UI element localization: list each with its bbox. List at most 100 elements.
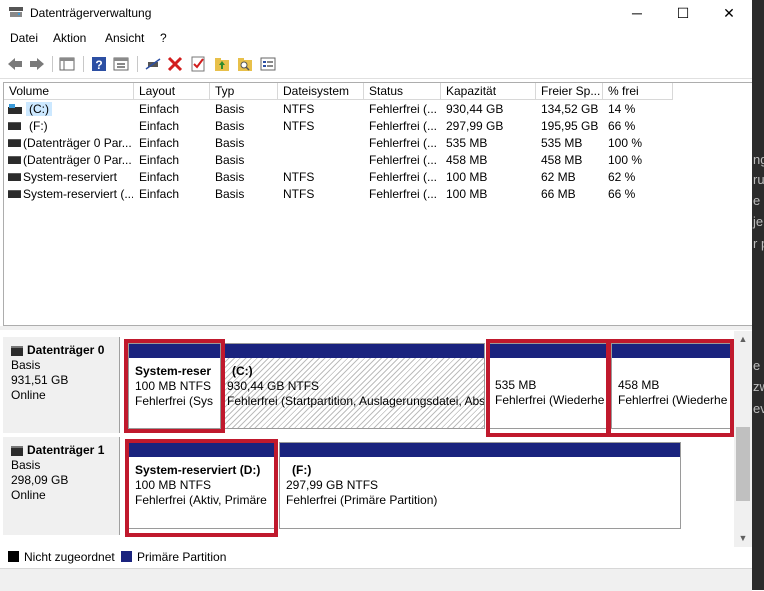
cell-kapazitaet: 930,44 GB	[446, 102, 504, 116]
cell-freier-speicher: 458 MB	[541, 153, 583, 167]
cell-status: Fehlerfrei (...	[369, 153, 438, 167]
cell-layout: Einfach	[139, 102, 180, 116]
disk-0-size: 931,51 GB	[11, 373, 69, 387]
list-view-icon[interactable]	[259, 55, 277, 73]
column-header-volume[interactable]: Volume	[4, 83, 134, 100]
toolbar-separator	[83, 56, 84, 72]
checklist-icon[interactable]	[189, 55, 207, 73]
delete-icon[interactable]	[166, 55, 184, 73]
folder-search-icon[interactable]	[236, 55, 254, 73]
drive-icon	[8, 173, 21, 181]
back-arrow-icon[interactable]	[6, 55, 24, 73]
unallocated-swatch	[8, 551, 19, 562]
disk-0-info[interactable]: Datenträger 0 Basis 931,51 GB Online	[3, 337, 120, 433]
legend: Nicht zugeordnet Primäre Partition	[0, 549, 752, 567]
connect-icon[interactable]	[144, 55, 162, 73]
cell-freier-speicher: 134,52 GB	[541, 102, 599, 116]
scroll-up-icon[interactable]: ▲	[734, 331, 752, 348]
disk-management-app-icon	[9, 7, 23, 17]
cell-kapazitaet: 100 MB	[446, 187, 488, 201]
cell-dateisystem: NTFS	[283, 102, 315, 116]
column-header-prozent-frei[interactable]: % frei	[603, 83, 673, 100]
cell-dateisystem	[283, 135, 363, 152]
console-tree-icon[interactable]	[58, 55, 76, 73]
maximize-button[interactable]: ☐	[660, 0, 706, 26]
forward-arrow-icon[interactable]	[28, 55, 46, 73]
cell-typ: Basis	[215, 102, 245, 116]
table-row[interactable]: (Datenträger 0 Par... Einfach Basis Fehl…	[4, 152, 753, 169]
windows-drive-icon	[8, 104, 22, 114]
table-row[interactable]: System-reserviert (... Einfach Basis NTF…	[4, 186, 753, 203]
table-row[interactable]: System-reserviert Einfach Basis NTFS Feh…	[4, 169, 753, 186]
menu-ansicht[interactable]: Ansicht	[105, 31, 144, 45]
highlight-box	[486, 339, 610, 437]
disk-1-type: Basis	[11, 458, 41, 472]
cell-freier-speicher: 535 MB	[541, 136, 583, 150]
cell-layout: Einfach	[139, 153, 180, 167]
column-header-kapazitaet[interactable]: Kapazität	[441, 83, 536, 100]
background-text: je	[753, 214, 764, 229]
column-header-typ[interactable]: Typ	[210, 83, 278, 100]
cell-layout: Einfach	[139, 136, 180, 150]
column-header-dateisystem[interactable]: Dateisystem	[278, 83, 364, 100]
toolbar-separator	[52, 56, 53, 72]
background-text: r p	[753, 236, 764, 251]
disk-1-state: Online	[11, 488, 46, 502]
background-text: ru	[753, 172, 764, 187]
cell-volume: (Datenträger 0 Par...	[23, 153, 132, 167]
cell-kapazitaet: 100 MB	[446, 170, 488, 184]
cell-freier-speicher: 66 MB	[541, 187, 576, 201]
table-row[interactable]: (F:) Einfach Basis NTFS Fehlerfrei (... …	[4, 118, 753, 135]
menu-aktion[interactable]: Aktion	[53, 31, 86, 45]
highlight-box	[124, 339, 225, 433]
disk-0-name: Datenträger 0	[27, 343, 105, 357]
drive-icon	[8, 122, 21, 130]
table-row[interactable]: (Datenträger 0 Par... Einfach Basis Fehl…	[4, 135, 753, 152]
disk-1-name: Datenträger 1	[27, 443, 105, 457]
window-title: Datenträgerverwaltung	[30, 6, 152, 20]
cell-typ: Basis	[215, 136, 245, 150]
cell-prozent-frei: 66 %	[608, 187, 636, 201]
partition-size: 930,44 GB NTFS	[227, 379, 320, 393]
table-row[interactable]: (C:) Einfach Basis NTFS Fehlerfrei (... …	[4, 101, 753, 118]
column-header-layout[interactable]: Layout	[134, 83, 210, 100]
cell-layout: Einfach	[139, 119, 180, 133]
menu-help[interactable]: ?	[160, 31, 167, 45]
column-header-status[interactable]: Status	[364, 83, 441, 100]
cell-status: Fehlerfrei (...	[369, 119, 438, 133]
disk-management-window: Datenträgerverwaltung ─ ☐ ✕ Datei Aktion…	[0, 0, 753, 591]
cell-volume: System-reserviert	[23, 170, 118, 184]
minimize-button[interactable]: ─	[614, 0, 660, 26]
toolbar-separator	[137, 56, 138, 72]
background-text: zw	[753, 379, 764, 394]
scrollbar-thumb[interactable]	[736, 427, 750, 501]
pane-splitter[interactable]	[0, 326, 752, 330]
cell-layout: Einfach	[139, 187, 180, 201]
cell-dateisystem: NTFS	[283, 170, 315, 184]
partition-title: (F:)	[292, 463, 312, 477]
svg-text:?: ?	[95, 58, 102, 72]
partition-c[interactable]: (C:) 930,44 GB NTFS Fehlerfrei (Startpar…	[223, 343, 485, 429]
cell-status: Fehlerfrei (...	[369, 102, 438, 116]
cell-status: Fehlerfrei (...	[369, 187, 438, 201]
cell-typ: Basis	[215, 153, 245, 167]
cell-volume: (F:)	[29, 119, 48, 133]
scroll-down-icon[interactable]: ▼	[734, 530, 752, 547]
cell-status: Fehlerfrei (...	[369, 136, 438, 150]
folder-up-icon[interactable]	[213, 55, 231, 73]
menu-datei[interactable]: Datei	[10, 31, 38, 45]
cell-dateisystem: NTFS	[283, 119, 315, 133]
close-button[interactable]: ✕	[706, 0, 752, 26]
column-header-freier-speicher[interactable]: Freier Sp...	[536, 83, 603, 100]
properties-icon[interactable]	[112, 55, 130, 73]
disk-pane-scrollbar[interactable]: ▲ ▼	[734, 331, 752, 547]
legend-unallocated: Nicht zugeordnet	[24, 550, 115, 564]
cell-dateisystem	[283, 152, 363, 169]
disk-icon	[11, 445, 23, 456]
partition-f[interactable]: (F:) 297,99 GB NTFS Fehlerfrei (Primäre …	[279, 442, 681, 529]
partition-title: (C:)	[232, 364, 253, 378]
disk-1-info[interactable]: Datenträger 1 Basis 298,09 GB Online	[3, 437, 120, 535]
help-icon[interactable]: ?	[90, 55, 108, 73]
cell-kapazitaet: 297,99 GB	[446, 119, 504, 133]
cell-status: Fehlerfrei (...	[369, 170, 438, 184]
